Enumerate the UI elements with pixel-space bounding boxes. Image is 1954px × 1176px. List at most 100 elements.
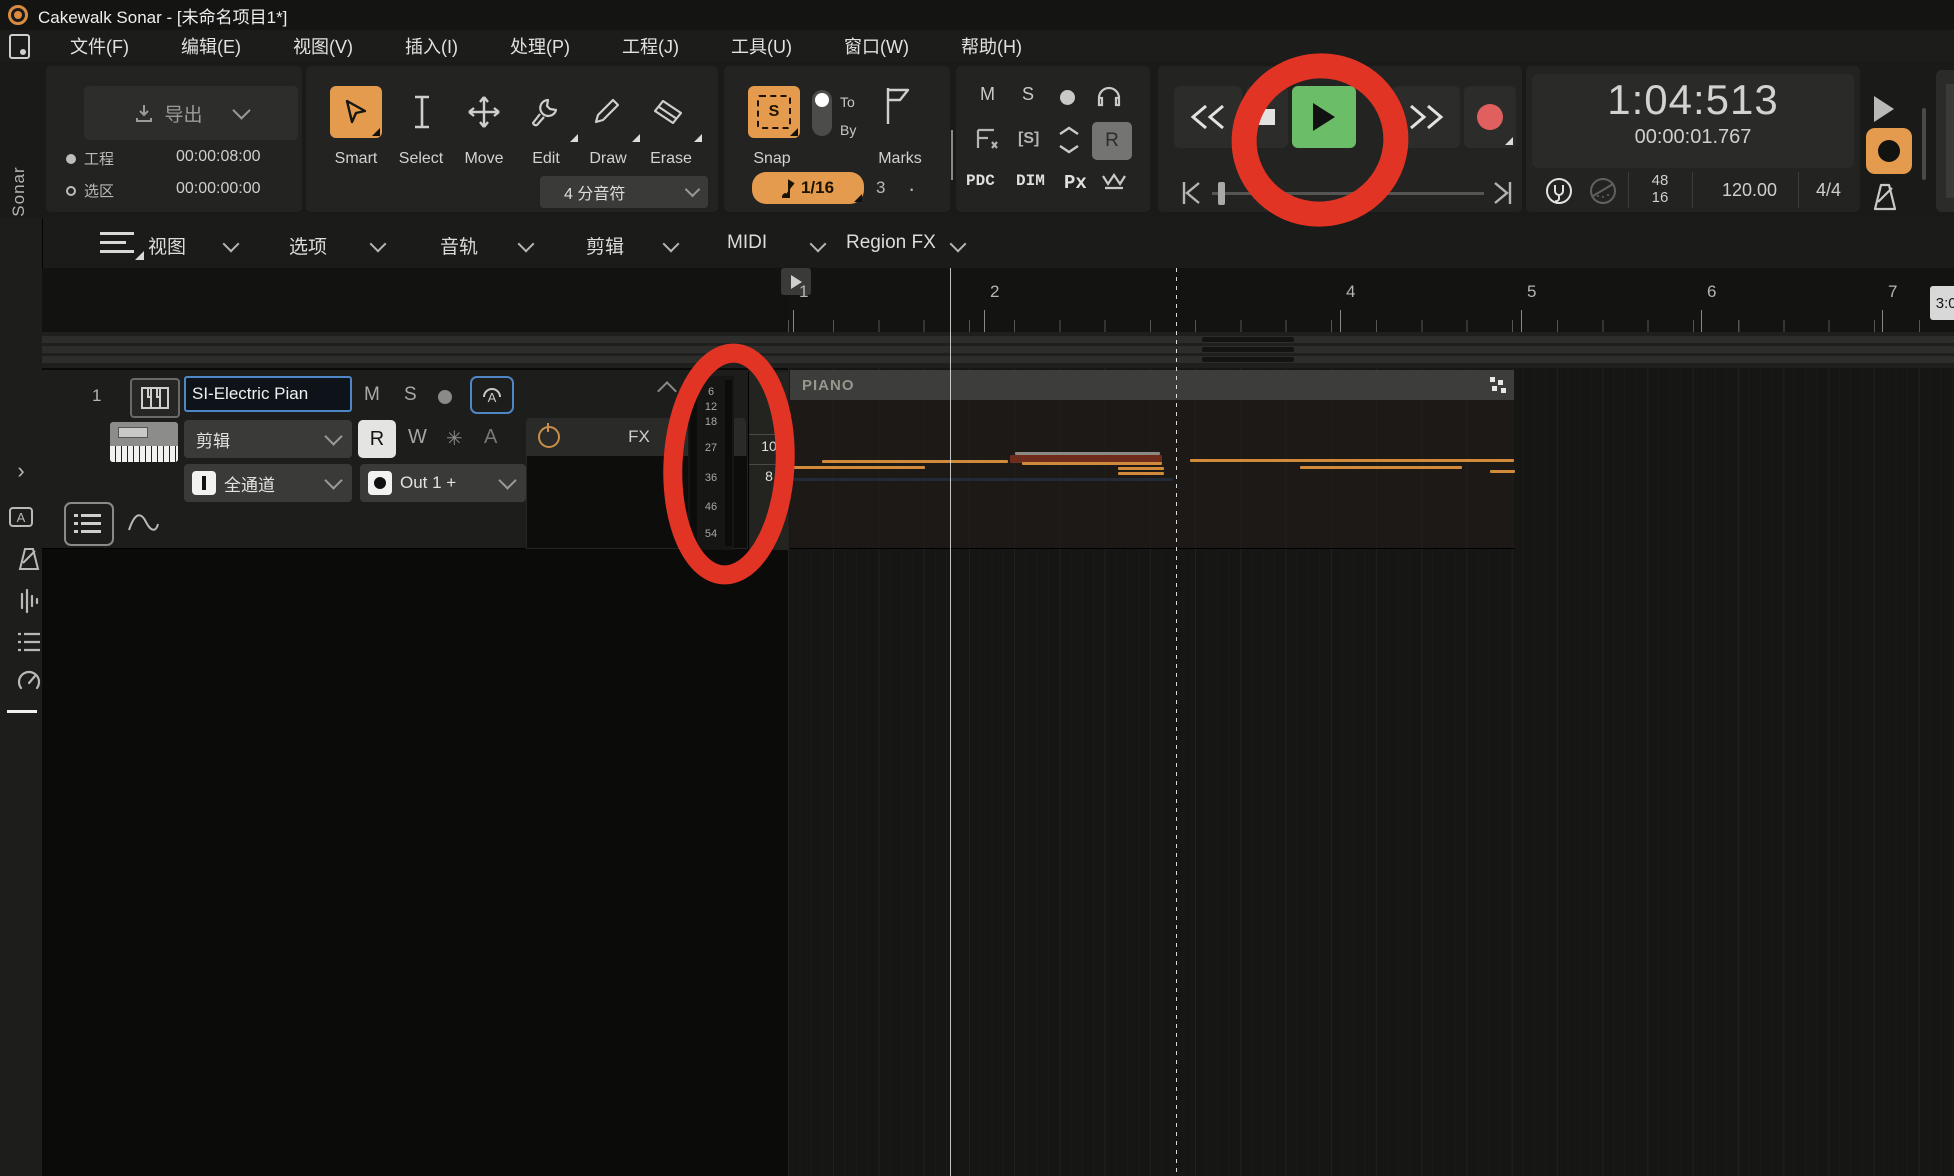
menu2-views[interactable]: 视图: [148, 232, 186, 259]
exclusive-solo-icon[interactable]: [974, 126, 1004, 152]
menu-process[interactable]: 处理(P): [484, 33, 596, 59]
snap-dot[interactable]: ·: [908, 176, 915, 202]
output-dropdown[interactable]: Out 1 +: [360, 464, 526, 502]
region-fx-icon[interactable]: [1490, 377, 1506, 393]
menu-window[interactable]: 窗口(W): [818, 33, 935, 59]
fast-forward-button[interactable]: [1392, 86, 1460, 148]
dim-button[interactable]: DIM: [1016, 172, 1045, 190]
snap-count[interactable]: 3: [876, 178, 885, 198]
midi-note[interactable]: [1190, 459, 1442, 462]
crown-icon[interactable]: [1100, 172, 1128, 194]
midi-note[interactable]: [1022, 462, 1162, 465]
mini-play-icon[interactable]: [1874, 96, 1894, 122]
menu2-clips[interactable]: 剪辑: [586, 232, 624, 259]
play-button[interactable]: [1292, 86, 1356, 148]
menu-tools[interactable]: 工具(U): [705, 33, 818, 59]
midi-note[interactable]: [793, 466, 925, 469]
midi-note[interactable]: [793, 478, 1173, 481]
automation-read-button[interactable]: R: [358, 420, 396, 458]
clips-dropdown[interactable]: 剪辑: [184, 420, 352, 458]
midi-note[interactable]: [1432, 459, 1514, 462]
track-mute-button[interactable]: M: [364, 384, 380, 406]
px-button[interactable]: Px: [1064, 172, 1087, 194]
automation-write-button[interactable]: W: [408, 426, 427, 449]
midi-note[interactable]: [822, 460, 1008, 463]
duration-dropdown[interactable]: 4 分音符: [540, 176, 708, 208]
record-button[interactable]: [1464, 86, 1516, 148]
timeline-ruler[interactable]: 124567 3:01:480: [788, 268, 1954, 334]
menu-project[interactable]: 工程(J): [596, 33, 705, 59]
piano-clip[interactable]: PIANO: [790, 370, 1514, 549]
track-lanes-button[interactable]: [64, 502, 114, 546]
edit-tool-button[interactable]: [520, 86, 568, 138]
menu-help[interactable]: 帮助(H): [935, 33, 1048, 59]
menu-file[interactable]: 文件(F): [44, 33, 155, 59]
global-mute-button[interactable]: M: [980, 84, 995, 105]
clip-body[interactable]: [790, 400, 1514, 548]
marks-button[interactable]: [884, 86, 912, 126]
menu-view[interactable]: 视图(V): [267, 33, 379, 59]
snap-resolution-button[interactable]: 1/16: [752, 172, 864, 204]
midi-note[interactable]: [1118, 472, 1164, 475]
rewind-button[interactable]: [1174, 86, 1242, 148]
menu-edit[interactable]: 编辑(E): [155, 33, 267, 59]
track-view-menu-button[interactable]: [100, 230, 146, 258]
go-to-start-icon[interactable]: [1180, 180, 1202, 206]
input-dropdown[interactable]: 全通道: [184, 464, 352, 502]
now-time-badge[interactable]: 3:01:480: [1930, 286, 1954, 320]
select-tool-button[interactable]: [396, 86, 448, 138]
splitter-strip[interactable]: [42, 332, 1954, 368]
smart-tool-button[interactable]: [330, 86, 382, 138]
menu-insert[interactable]: 插入(I): [379, 33, 484, 59]
menu2-regionfx[interactable]: Region FX: [846, 232, 936, 254]
metronome-icon[interactable]: [1868, 182, 1902, 212]
pdc-button[interactable]: PDC: [966, 172, 995, 190]
stop-button[interactable]: [1246, 86, 1288, 148]
dim-solo-icon[interactable]: [1056, 124, 1082, 156]
track-arm-button[interactable]: [438, 390, 452, 404]
midi-note[interactable]: [1300, 466, 1462, 469]
dim-record-button[interactable]: R: [1092, 122, 1132, 160]
erase-tool-button[interactable]: [644, 86, 692, 138]
edge-scrollbar[interactable]: [1922, 108, 1926, 180]
audio-engine-icon[interactable]: [1544, 176, 1574, 206]
midi-note[interactable]: [1490, 470, 1515, 473]
automation-star-button[interactable]: ✳: [446, 426, 463, 451]
global-solo-button[interactable]: S: [1022, 84, 1034, 105]
automation-a-button[interactable]: A: [484, 426, 497, 449]
position-slider-track[interactable]: [1212, 192, 1484, 195]
track-1-header[interactable]: 1 M S A 剪辑: [42, 370, 788, 549]
midi-note[interactable]: [1118, 467, 1164, 470]
menu2-tracks[interactable]: 音轨: [440, 232, 478, 259]
track-solo-button[interactable]: S: [404, 384, 417, 406]
sample-rate[interactable]: 4816: [1636, 172, 1684, 206]
export-button[interactable]: 导出: [84, 86, 298, 140]
move-tool-button[interactable]: [458, 86, 510, 138]
input-echo-button[interactable]: A: [470, 376, 514, 414]
global-record-icon[interactable]: [1060, 90, 1075, 105]
snap-to-by-toggle[interactable]: [812, 90, 832, 136]
collapse-chevron[interactable]: [657, 381, 677, 401]
export-dropdown-chevron[interactable]: [232, 101, 250, 119]
position-slider-handle[interactable]: [1218, 182, 1225, 205]
track-name-input[interactable]: [184, 376, 352, 412]
draw-tool-button[interactable]: [582, 86, 630, 138]
menu2-midi[interactable]: MIDI: [727, 232, 767, 254]
tempo-value[interactable]: 120.00: [1722, 180, 1777, 201]
clips-pane[interactable]: PIANO: [788, 368, 1954, 1176]
go-to-end-icon[interactable]: [1492, 180, 1514, 206]
fx-power-icon[interactable]: [538, 426, 560, 448]
solo-override-button[interactable]: [S]: [1018, 130, 1039, 148]
document-icon[interactable]: [9, 34, 30, 59]
meter-value[interactable]: 4/4: [1816, 180, 1841, 201]
piano-roll-button[interactable]: [130, 378, 180, 418]
automation-wave-icon[interactable]: [126, 510, 160, 534]
headphones-icon[interactable]: [1096, 84, 1122, 108]
menu2-options[interactable]: 选项: [289, 232, 327, 259]
midi-note[interactable]: [1015, 452, 1160, 455]
time-display[interactable]: 1:04:513 00:00:01.767: [1532, 74, 1854, 168]
clip-header[interactable]: PIANO: [790, 370, 1514, 400]
mixer-dial-icon[interactable]: [1588, 176, 1618, 206]
instrument-thumbnail[interactable]: [110, 422, 178, 462]
automation-rail-icon[interactable]: A: [8, 504, 34, 530]
